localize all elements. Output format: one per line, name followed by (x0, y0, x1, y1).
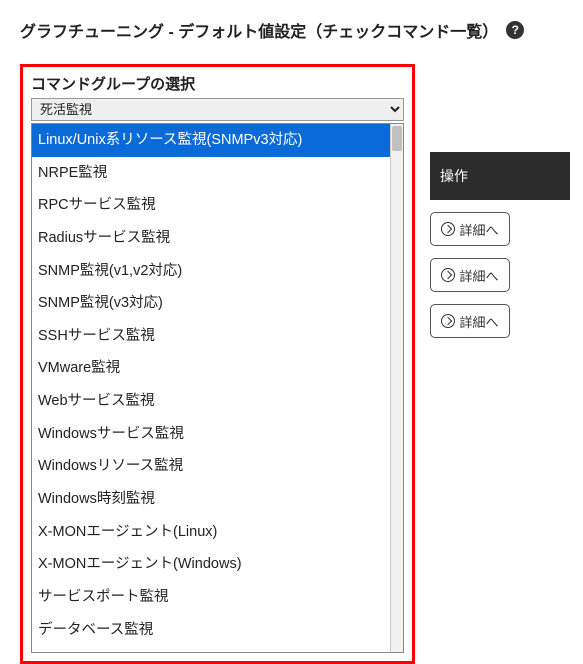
dropdown-item[interactable]: X-MONエージェント(Windows) (32, 548, 390, 581)
page-title-row: グラフチューニング - デフォルト値設定（チェックコマンド一覧） ? (0, 0, 583, 54)
dropdown-list: Linux/Unix系リソース監視(SNMPv3対応)NRPE監視RPCサービス… (32, 124, 390, 652)
dropdown-item[interactable]: データベース監視 (32, 614, 390, 647)
detail-button-label: 詳細へ (459, 312, 498, 331)
dropdown-item[interactable]: Windowsリソース監視 (32, 450, 390, 483)
page-title: グラフチューニング - デフォルト値設定（チェックコマンド一覧） (20, 18, 498, 42)
dropdown-item[interactable]: VMware監視 (32, 352, 390, 385)
dropdown-item[interactable]: NRPE監視 (32, 157, 390, 190)
dropdown-item[interactable]: SSHサービス監視 (32, 320, 390, 353)
dropdown-item[interactable]: サービスポート監視 (32, 581, 390, 614)
dropdown-item[interactable]: Radiusサービス監視 (32, 222, 390, 255)
background-table: 操作 詳細へ 詳細へ 詳細へ (430, 152, 570, 338)
dropdown-item[interactable]: SNMP監視(v1,v2対応) (32, 255, 390, 288)
command-group-select[interactable]: 死活監視 (31, 98, 404, 121)
dropdown-item[interactable]: メールサービス監視 (32, 646, 390, 652)
dropdown-item[interactable]: Webサービス監視 (32, 385, 390, 418)
dropdown-item[interactable]: Linux/Unix系リソース監視(SNMPv3対応) (32, 124, 390, 157)
dropdown-item[interactable]: SNMP監視(v3対応) (32, 287, 390, 320)
command-group-dropdown: Linux/Unix系リソース監視(SNMPv3対応)NRPE監視RPCサービス… (31, 123, 404, 653)
panel-heading: コマンドグループの選択 (31, 73, 404, 94)
dropdown-scrollbar[interactable] (390, 124, 403, 652)
detail-button-2[interactable]: 詳細へ (430, 258, 510, 292)
detail-button-label: 詳細へ (459, 266, 498, 285)
detail-button-label: 詳細へ (459, 220, 498, 239)
command-group-panel: コマンドグループの選択 死活監視 Linux/Unix系リソース監視(SNMPv… (20, 64, 415, 664)
dropdown-scrollbar-thumb[interactable] (392, 126, 402, 151)
dropdown-item[interactable]: X-MONエージェント(Linux) (32, 516, 390, 549)
table-header-action: 操作 (430, 152, 570, 200)
table-header-action-label: 操作 (440, 168, 468, 184)
detail-button-1[interactable]: 詳細へ (430, 212, 510, 246)
arrow-right-circle-icon (441, 222, 455, 236)
dropdown-item[interactable]: Windows時刻監視 (32, 483, 390, 516)
help-icon[interactable]: ? (506, 21, 524, 39)
dropdown-item[interactable]: Windowsサービス監視 (32, 418, 390, 451)
dropdown-item[interactable]: RPCサービス監視 (32, 189, 390, 222)
arrow-right-circle-icon (441, 314, 455, 328)
arrow-right-circle-icon (441, 268, 455, 282)
detail-button-3[interactable]: 詳細へ (430, 304, 510, 338)
